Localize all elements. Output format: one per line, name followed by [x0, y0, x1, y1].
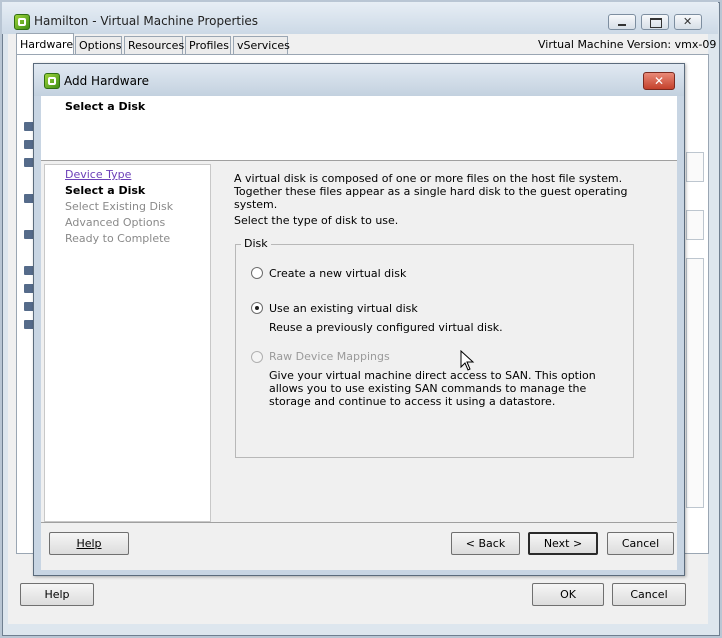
- disk-description: A virtual disk is composed of one or mor…: [234, 172, 628, 211]
- wizard-steps-panel: Device Type Select a Disk Select Existin…: [44, 164, 211, 522]
- radio-use-existing-disk[interactable]: [251, 302, 263, 314]
- option-raw-device-mappings-desc: Give your virtual machine direct access …: [269, 369, 596, 408]
- dialog-content: Select a Disk Device Type Select a Disk …: [41, 96, 677, 570]
- back-button[interactable]: < Back: [451, 532, 520, 555]
- footer-separator: [41, 522, 677, 523]
- tab-hardware[interactable]: Hardware: [16, 33, 74, 55]
- panel-field: [686, 210, 704, 240]
- dialog-title: Add Hardware: [64, 74, 149, 88]
- option-raw-device-mappings-label: Raw Device Mappings: [269, 350, 390, 363]
- radio-raw-device-mappings: [251, 351, 263, 363]
- dialog-titlebar[interactable]: Add Hardware ✕: [34, 64, 684, 96]
- disk-groupbox-label: Disk: [241, 237, 271, 250]
- option-use-existing-disk-desc: Reuse a previously configured virtual di…: [269, 321, 503, 334]
- tab-profiles[interactable]: Profiles: [185, 36, 231, 54]
- vm-version-label: Virtual Machine Version: vmx-09: [538, 38, 717, 51]
- panel-field: [686, 152, 704, 182]
- next-button[interactable]: Next >: [528, 532, 598, 555]
- wizard-page-title: Select a Disk: [65, 100, 146, 113]
- dialog-cancel-button[interactable]: Cancel: [607, 532, 674, 555]
- dialog-help-button[interactable]: Help: [49, 532, 129, 555]
- step-select-a-disk: Select a Disk: [65, 184, 146, 197]
- vm-ok-button[interactable]: OK: [532, 583, 604, 606]
- disk-type-prompt: Select the type of disk to use.: [234, 214, 399, 227]
- close-icon[interactable]: [674, 14, 702, 30]
- tab-options[interactable]: Options: [75, 36, 122, 54]
- add-hardware-dialog: Add Hardware ✕ Select a Disk Device Type…: [33, 63, 685, 576]
- option-create-new-disk-label[interactable]: Create a new virtual disk: [269, 267, 406, 280]
- vm-help-button[interactable]: Help: [20, 583, 94, 606]
- radio-create-new-disk[interactable]: [251, 267, 263, 279]
- wizard-header: Select a Disk: [41, 96, 677, 161]
- vm-cancel-button[interactable]: Cancel: [612, 583, 686, 606]
- step-advanced-options: Advanced Options: [65, 216, 166, 229]
- mouse-pointer-icon: [460, 350, 475, 371]
- panel-field: [686, 258, 704, 508]
- maximize-icon[interactable]: [641, 14, 669, 30]
- vsphere-app-icon: [14, 14, 30, 30]
- dialog-close-icon[interactable]: ✕: [643, 72, 675, 90]
- minimize-icon[interactable]: [608, 14, 636, 30]
- vsphere-app-icon: [44, 73, 60, 89]
- step-device-type[interactable]: Device Type: [65, 168, 131, 181]
- vm-window-titlebar[interactable]: Hamilton - Virtual Machine Properties: [2, 2, 718, 34]
- tab-vservices[interactable]: vServices: [233, 36, 290, 54]
- tab-resources[interactable]: Resources: [124, 36, 184, 54]
- step-ready-to-complete: Ready to Complete: [65, 232, 171, 245]
- option-use-existing-disk-label[interactable]: Use an existing virtual disk: [269, 302, 418, 315]
- step-select-existing-disk: Select Existing Disk: [65, 200, 174, 213]
- vm-window-title: Hamilton - Virtual Machine Properties: [34, 14, 259, 28]
